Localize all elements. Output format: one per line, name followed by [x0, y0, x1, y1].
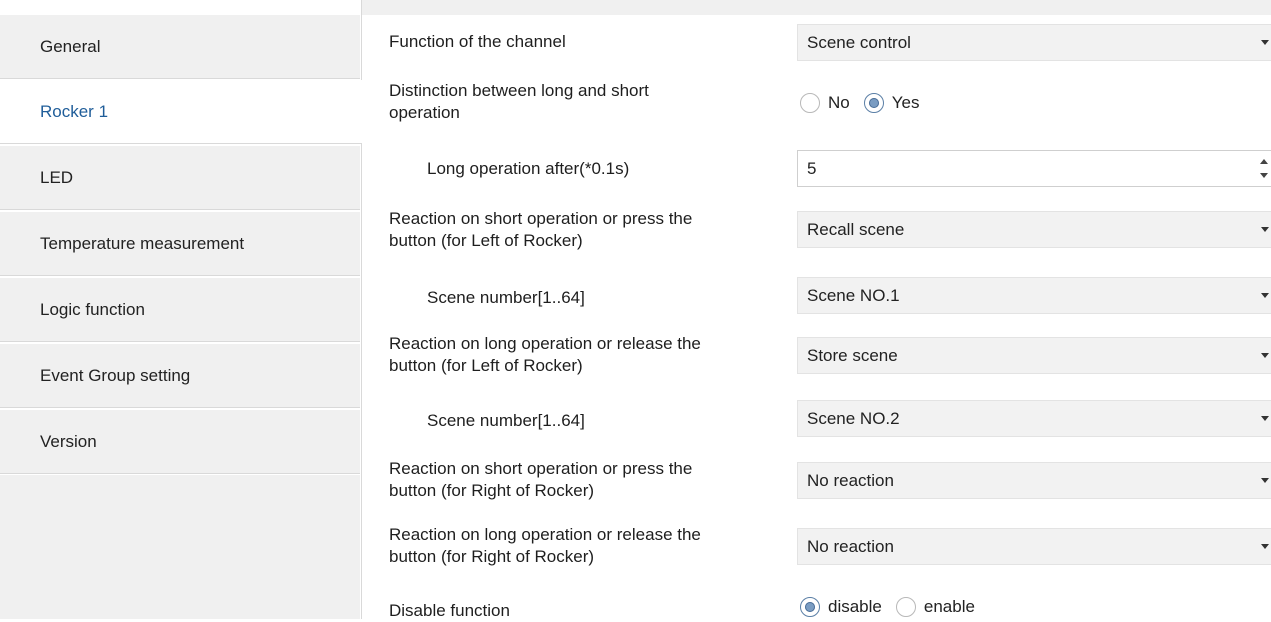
disable-function-radio-group: disable enable	[800, 597, 989, 617]
long-left-label-line1: Reaction on long operation or release th…	[389, 334, 701, 353]
long-right-select[interactable]: No reaction	[797, 528, 1271, 565]
short-left-value: Recall scene	[807, 219, 905, 239]
sidebar-item-label: General	[40, 36, 101, 56]
scene-left-short-value: Scene NO.1	[807, 285, 900, 305]
chevron-down-icon	[1261, 543, 1269, 549]
chevron-down-icon	[1261, 477, 1269, 483]
disable-radio[interactable]	[800, 597, 820, 617]
long-left-label: Reaction on long operation or release th…	[389, 333, 701, 377]
sidebar-item-label: Rocker 1	[40, 101, 109, 121]
scene-left-long-select[interactable]: Scene NO.2	[797, 400, 1271, 437]
scene-left-short-label: Scene number[1..64]	[427, 288, 585, 307]
scene-left-long-value: Scene NO.2	[807, 408, 900, 428]
long-right-label-line1: Reaction on long operation or release th…	[389, 525, 701, 544]
function-of-channel-label: Function of the channel	[389, 32, 566, 51]
sidebar-item-temperature-measurement[interactable]: Temperature measurement	[0, 212, 360, 276]
sidebar-item-general[interactable]: General	[0, 15, 360, 79]
spin-down-icon[interactable]	[1260, 173, 1268, 178]
sidebar: General Rocker 1 LED Temperature measure…	[0, 0, 362, 619]
short-left-label: Reaction on short operation or press the…	[389, 208, 692, 252]
sidebar-item-label: Version	[40, 431, 97, 451]
enable-radio[interactable]	[895, 597, 916, 617]
distinction-label-line1: Distinction between long and short	[389, 81, 649, 100]
short-left-select[interactable]: Recall scene	[797, 211, 1271, 248]
scene-left-long-label: Scene number[1..64]	[427, 411, 585, 430]
function-of-channel-value: Scene control	[807, 32, 911, 52]
sidebar-item-event-group-setting[interactable]: Event Group setting	[0, 344, 360, 408]
sidebar-item-label: Event Group setting	[40, 365, 191, 385]
chevron-down-icon	[1261, 415, 1269, 421]
distinction-no-radio[interactable]	[800, 93, 820, 113]
short-right-label-line2: button (for Right of Rocker)	[389, 481, 595, 500]
sidebar-empty-area	[0, 475, 360, 619]
short-right-value: No reaction	[807, 470, 894, 490]
distinction-radio-group: No Yes	[800, 93, 933, 113]
long-operation-after-input[interactable]: 5	[797, 150, 1271, 187]
chevron-down-icon	[1261, 39, 1269, 45]
sidebar-item-label: Temperature measurement	[40, 233, 245, 253]
distinction-no-label: No	[828, 93, 850, 112]
function-of-channel-select[interactable]: Scene control	[797, 24, 1271, 61]
long-operation-after-value: 5	[807, 158, 817, 178]
disable-label: disable	[828, 597, 882, 616]
distinction-label-line2: operation	[389, 103, 460, 122]
short-left-label-line2: button (for Left of Rocker)	[389, 231, 583, 250]
sidebar-item-logic-function[interactable]: Logic function	[0, 278, 360, 342]
sidebar-item-led[interactable]: LED	[0, 146, 360, 210]
long-right-label-line2: button (for Right of Rocker)	[389, 547, 595, 566]
short-right-label-line1: Reaction on short operation or press the	[389, 459, 693, 478]
scene-left-short-select[interactable]: Scene NO.1	[797, 277, 1271, 314]
short-right-select[interactable]: No reaction	[797, 462, 1271, 499]
enable-label: enable	[923, 597, 975, 616]
long-left-label-line2: button (for Left of Rocker)	[389, 356, 583, 375]
chevron-down-icon	[1261, 292, 1269, 298]
sidebar-item-label: LED	[40, 167, 74, 187]
distinction-label: Distinction between long and short opera…	[389, 80, 649, 124]
sidebar-item-version[interactable]: Version	[0, 410, 360, 474]
long-left-select[interactable]: Store scene	[797, 337, 1271, 374]
short-left-label-line1: Reaction on short operation or press the	[389, 209, 693, 228]
long-operation-after-label: Long operation after(*0.1s)	[427, 159, 630, 178]
chevron-down-icon	[1261, 352, 1269, 358]
distinction-yes-radio[interactable]	[863, 93, 884, 113]
long-right-label: Reaction on long operation or release th…	[389, 524, 701, 568]
sidebar-item-label: Logic function	[40, 299, 145, 319]
spin-up-icon[interactable]	[1260, 159, 1268, 164]
sidebar-item-rocker-1[interactable]: Rocker 1	[0, 80, 362, 144]
long-right-value: No reaction	[807, 536, 894, 556]
chevron-down-icon	[1261, 226, 1269, 232]
long-left-value: Store scene	[807, 345, 898, 365]
short-right-label: Reaction on short operation or press the…	[389, 458, 692, 502]
distinction-yes-label: Yes	[891, 93, 920, 112]
